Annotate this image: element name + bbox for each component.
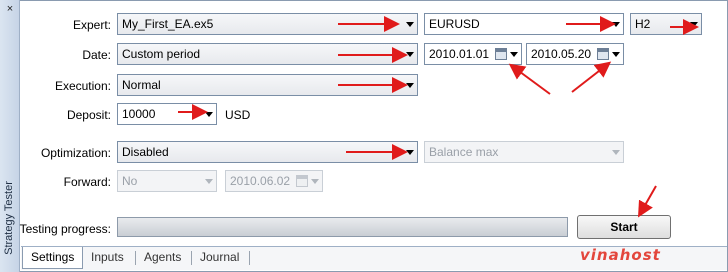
date-from-value: 2010.01.01: [429, 47, 490, 61]
symbol-select-value: EURUSD: [429, 17, 480, 31]
calendar-icon: [296, 175, 308, 187]
deposit-select-value: 10000: [122, 107, 156, 121]
forward-date-picker: 2010.06.02: [225, 170, 323, 192]
chevron-down-icon[interactable]: [406, 22, 414, 27]
chevron-down-icon[interactable]: [406, 150, 414, 155]
chevron-down-icon[interactable]: [205, 112, 213, 117]
forward-select-value: No: [122, 174, 138, 188]
deposit-select[interactable]: 10000: [117, 103, 217, 125]
expert-label: Expert:: [72, 18, 111, 32]
forward-select: No: [117, 170, 217, 192]
watermark-logo: vinahost: [580, 246, 661, 264]
calendar-icon[interactable]: [495, 48, 507, 60]
symbol-select[interactable]: EURUSD: [424, 13, 624, 35]
date-from-picker[interactable]: 2010.01.01: [424, 43, 522, 65]
optimization-select-value: Disabled: [122, 145, 169, 159]
execution-select-value: Normal: [122, 78, 161, 92]
expert-select-value: My_First_EA.ex5: [122, 17, 214, 31]
chevron-down-icon[interactable]: [690, 22, 698, 27]
deposit-currency: USD: [225, 108, 251, 122]
tab-journal[interactable]: Journal: [192, 247, 247, 269]
optimization-criterion-value: Balance max: [429, 145, 499, 159]
tab-settings[interactable]: Settings: [22, 247, 84, 269]
chevron-down-icon: [205, 179, 213, 184]
forward-label: Forward:: [63, 175, 111, 189]
settings-form: Expert: My_First_EA.ex5 EURUSD H2 Date: …: [20, 1, 727, 243]
chevron-down-icon[interactable]: [406, 52, 414, 57]
execution-label: Execution:: [54, 79, 111, 93]
close-icon[interactable]: ×: [4, 3, 16, 15]
date-label: Date:: [82, 48, 111, 62]
testing-progress-label: Testing progress:: [19, 222, 111, 236]
chevron-down-icon[interactable]: [612, 22, 620, 27]
chevron-down-icon[interactable]: [510, 52, 518, 57]
date-mode-select[interactable]: Custom period: [117, 43, 418, 65]
expert-select[interactable]: My_First_EA.ex5: [117, 13, 418, 35]
tab-inputs[interactable]: Inputs: [83, 247, 132, 269]
execution-select[interactable]: Normal: [117, 74, 418, 96]
timeframe-select-value: H2: [635, 17, 651, 31]
timeframe-select[interactable]: H2: [630, 13, 702, 35]
date-to-picker[interactable]: 2010.05.20: [526, 43, 624, 65]
optimization-label: Optimization:: [40, 146, 111, 160]
chevron-down-icon[interactable]: [612, 52, 620, 57]
forward-date-value: 2010.06.02: [230, 174, 291, 188]
start-button[interactable]: Start: [577, 215, 671, 239]
chevron-down-icon[interactable]: [406, 83, 414, 88]
chevron-down-icon: [612, 150, 620, 155]
optimization-criterion-select: Balance max: [424, 141, 624, 163]
tab-agents[interactable]: Agents: [136, 247, 189, 269]
deposit-label: Deposit:: [66, 108, 111, 122]
date-mode-select-value: Custom period: [122, 47, 201, 61]
chevron-down-icon: [311, 179, 319, 184]
date-to-value: 2010.05.20: [531, 47, 592, 61]
testing-progress-bar: [117, 217, 568, 237]
calendar-icon[interactable]: [597, 48, 609, 60]
optimization-select[interactable]: Disabled: [117, 141, 418, 163]
tab-separator: [249, 251, 250, 265]
